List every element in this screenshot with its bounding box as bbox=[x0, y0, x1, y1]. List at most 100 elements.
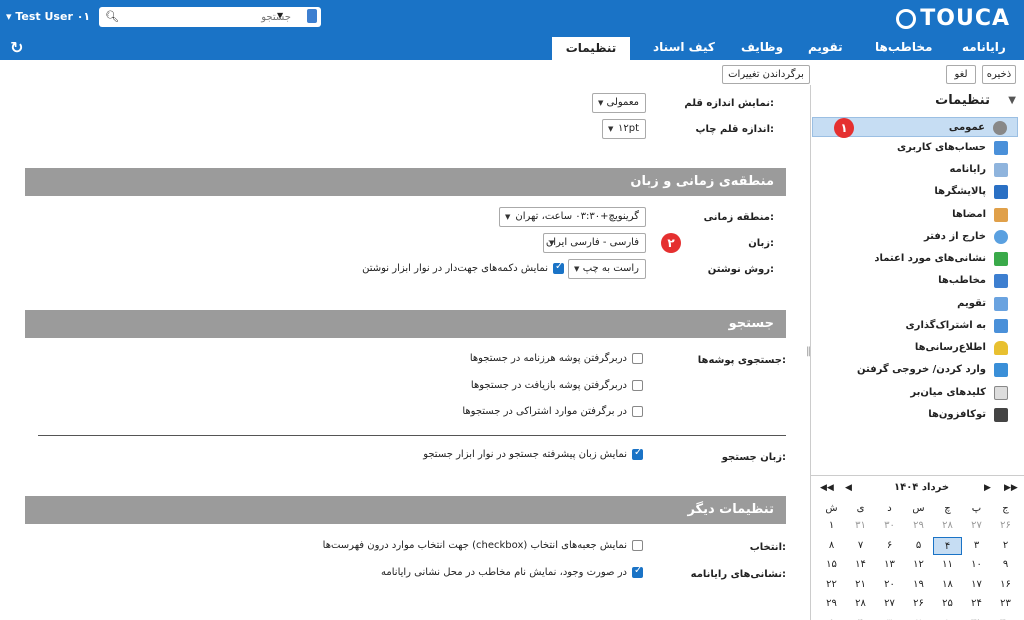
direction-buttons-checkbox[interactable] bbox=[553, 261, 564, 274]
calendar-day[interactable]: ۳۱ bbox=[846, 517, 875, 535]
clock-icon bbox=[994, 230, 1008, 244]
writing-direction-select[interactable]: راست به چپ bbox=[568, 259, 646, 279]
calendar-day[interactable]: ۲۷ bbox=[875, 595, 904, 613]
sidebar-item-import-export[interactable]: وارد کردن/ خروجی گرفتن bbox=[812, 360, 1018, 380]
calendar-day[interactable]: ۲۶ bbox=[991, 517, 1020, 535]
include-trash-checkbox[interactable] bbox=[632, 380, 643, 391]
calendar-day[interactable]: ۲۲ bbox=[817, 576, 846, 594]
save-button[interactable]: ذخیره bbox=[982, 65, 1016, 84]
advanced-search-checkbox[interactable] bbox=[632, 447, 643, 460]
calendar-day[interactable]: ۲۹ bbox=[904, 517, 933, 535]
calendar-day[interactable]: ۱۷ bbox=[962, 576, 991, 594]
include-shared-checkbox[interactable] bbox=[632, 406, 643, 417]
sidebar-item-signatures[interactable]: امضاها bbox=[812, 205, 1018, 225]
sidebar-collapse-icon[interactable]: ▼ bbox=[1008, 95, 1016, 106]
calendar-day[interactable]: ۹ bbox=[991, 556, 1020, 574]
calendar-day[interactable]: ۲۹ bbox=[817, 595, 846, 613]
calendar-day[interactable]: ۲۷ bbox=[962, 517, 991, 535]
calendar-day[interactable]: ۲۸ bbox=[933, 517, 962, 535]
tab-tasks[interactable]: وظایف bbox=[741, 40, 783, 54]
calendar-day[interactable]: ۱۰ bbox=[962, 556, 991, 574]
tab-portfolio[interactable]: کیف اسناد bbox=[653, 40, 715, 54]
calendar-month-title[interactable]: ۱۴۰۴ خرداد bbox=[894, 482, 949, 493]
search-box[interactable]: 🔍︎ ▼ bbox=[99, 7, 321, 27]
calendar-day[interactable]: ۲۰ bbox=[875, 576, 904, 594]
tab-mail[interactable]: رایانامه bbox=[962, 40, 1006, 54]
sidebar-item-calendar[interactable]: تقویم bbox=[812, 294, 1018, 314]
calendar-day[interactable]: ۲ bbox=[991, 537, 1020, 555]
calendar-day[interactable]: ۳۰ bbox=[991, 615, 1020, 620]
font-display-select[interactable]: معمولی bbox=[592, 93, 646, 113]
calendar-day[interactable]: ۲۶ bbox=[904, 595, 933, 613]
calendar-day[interactable]: ۱۳ bbox=[875, 556, 904, 574]
user-menu[interactable]: ▾ Test User ٠۱ bbox=[6, 10, 90, 23]
sidebar-item-sharing[interactable]: به اشتراک‌گذاری bbox=[812, 316, 1018, 336]
show-contact-name-checkbox[interactable] bbox=[632, 565, 643, 578]
direction-buttons-option: نمایش دکمه‌های جهت‌دار در نوار ابزار نوش… bbox=[362, 263, 548, 274]
share-icon bbox=[994, 319, 1008, 333]
calendar-day[interactable]: ۲۳ bbox=[991, 595, 1020, 613]
calendar-day[interactable]: ۲۸ bbox=[846, 595, 875, 613]
splitter-grip-icon[interactable]: ‖ bbox=[806, 346, 814, 357]
calendar-day[interactable]: ۲۴ bbox=[962, 595, 991, 613]
sidebar-item-filters[interactable]: پالایشگرها bbox=[812, 182, 1018, 202]
sidebar-title: تنظیمات bbox=[935, 93, 990, 108]
calendar-day[interactable]: ۱ bbox=[933, 615, 962, 620]
calendar-day[interactable]: ۲۱ bbox=[846, 576, 875, 594]
calendar-day[interactable]: ۱۵ bbox=[817, 556, 846, 574]
weekday-header: د bbox=[887, 503, 892, 514]
calendar-day[interactable]: ۱۹ bbox=[904, 576, 933, 594]
language-select[interactable]: فارسی - فارسی ایران bbox=[543, 233, 646, 253]
calendar-day[interactable]: ۴ bbox=[846, 615, 875, 620]
tab-settings[interactable]: تنظیمات bbox=[552, 37, 630, 60]
include-spam-checkbox[interactable] bbox=[632, 353, 643, 364]
calendar-day[interactable]: ۱۲ bbox=[904, 556, 933, 574]
calendar-day[interactable]: ۵ bbox=[904, 537, 933, 555]
sidebar-item-notifications[interactable]: اطلاع‌رسانی‌ها bbox=[812, 338, 1018, 358]
tab-calendar[interactable]: تقویم bbox=[808, 40, 843, 54]
calendar-day[interactable]: ۳۰ bbox=[875, 517, 904, 535]
timezone-select[interactable]: گرینویچ+۰۳:۳۰ ساعت، تهران bbox=[499, 207, 646, 227]
calendar-day[interactable]: ۱ bbox=[817, 517, 846, 535]
refresh-icon[interactable]: ↻ bbox=[10, 38, 23, 57]
calendar-day[interactable]: ۲۵ bbox=[933, 595, 962, 613]
sidebar-item-zimlets[interactable]: توکافزون‌ها bbox=[812, 405, 1018, 425]
calendar-day[interactable]: ۱۸ bbox=[933, 576, 962, 594]
weekday-header: چ bbox=[944, 503, 951, 514]
search-folders-label: جستجوی پوشه‌ها: bbox=[697, 355, 786, 366]
revert-changes-button[interactable]: برگرداندن تغییرات bbox=[722, 65, 810, 84]
prev-year-icon[interactable]: ◀◀ bbox=[820, 483, 834, 493]
cancel-button[interactable]: لغو bbox=[946, 65, 976, 84]
sidebar-item-trusted-addresses[interactable]: نشانی‌های مورد اعتماد bbox=[812, 249, 1018, 269]
search-icon[interactable]: 🔍︎ bbox=[105, 10, 119, 23]
print-font-select[interactable]: ۱۲pt bbox=[602, 119, 646, 139]
sidebar-item-shortcuts[interactable]: کلیدهای میان‌بر bbox=[812, 383, 1018, 403]
tab-contacts[interactable]: مخاطب‌ها bbox=[875, 40, 932, 54]
calendar-day[interactable]: ۱۱ bbox=[933, 556, 962, 574]
sidebar-item-mail[interactable]: رایانامه bbox=[812, 160, 1018, 180]
show-checkboxes-checkbox[interactable] bbox=[632, 540, 643, 551]
calendar-day-today[interactable]: ۴ bbox=[933, 536, 962, 555]
calendar-day[interactable]: ۱۶ bbox=[991, 576, 1020, 594]
calendar-day[interactable]: ۷ bbox=[846, 537, 875, 555]
prev-month-icon[interactable]: ◀ bbox=[845, 483, 852, 493]
calendar-day[interactable]: ۸ bbox=[817, 537, 846, 555]
next-year-icon[interactable]: ▶▶ bbox=[1004, 483, 1018, 493]
calendar-day[interactable]: ۲ bbox=[904, 615, 933, 620]
selection-label: انتخاب: bbox=[749, 542, 786, 553]
sidebar-item-accounts[interactable]: حساب‌های کاربری bbox=[812, 138, 1018, 158]
calendar-day[interactable]: ۳۱ bbox=[962, 615, 991, 620]
calendar-day[interactable]: ۶ bbox=[875, 537, 904, 555]
search-input[interactable] bbox=[141, 9, 291, 25]
sidebar-item-out-of-office[interactable]: خارج از دفتر bbox=[812, 227, 1018, 247]
calendar-day[interactable]: ۱۴ bbox=[846, 556, 875, 574]
calendar-day[interactable]: ۳ bbox=[875, 615, 904, 620]
calendar-day[interactable]: ۵ bbox=[817, 615, 846, 620]
next-month-icon[interactable]: ▶ bbox=[984, 483, 991, 493]
nav-bar bbox=[0, 36, 1024, 60]
search-person-icon[interactable] bbox=[307, 9, 317, 23]
signature-icon bbox=[994, 208, 1008, 222]
include-spam-option: دربرگرفتن پوشه هرزنامه در جستجوها bbox=[469, 353, 627, 364]
calendar-day[interactable]: ۳ bbox=[962, 537, 991, 555]
sidebar-item-contacts[interactable]: مخاطب‌ها bbox=[812, 271, 1018, 291]
